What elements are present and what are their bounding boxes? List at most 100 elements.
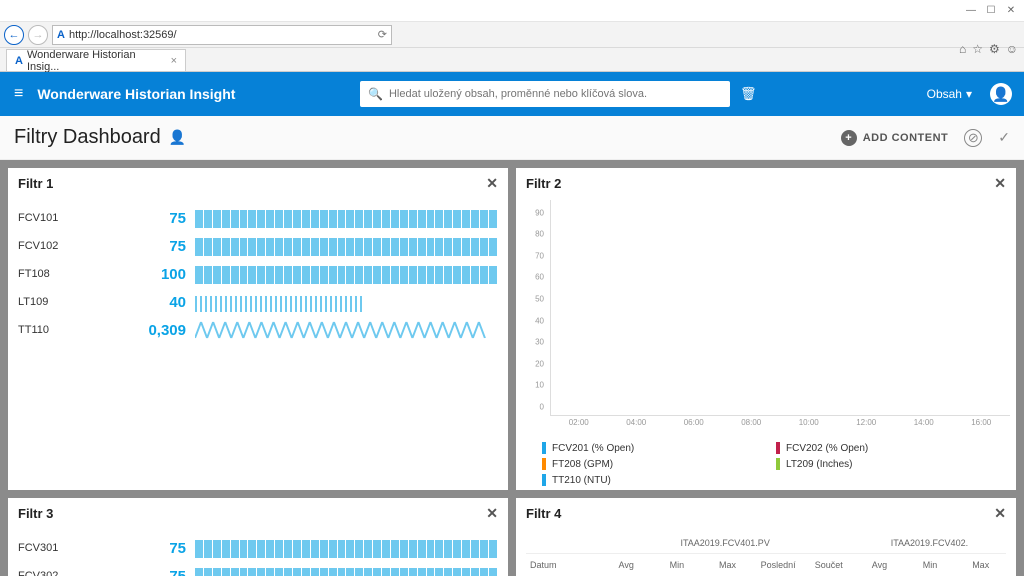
metric-value: 0,309 bbox=[116, 322, 186, 339]
column-header[interactable]: Součet bbox=[803, 560, 854, 570]
table-column-headers: DatumAvgMinMaxPosledníSoučetAvgMinMax bbox=[526, 554, 1006, 576]
metric-value: 75 bbox=[116, 568, 186, 576]
page-actions: + ADD CONTENT ⊘ ✓ bbox=[841, 129, 1010, 147]
chart-legend: FCV201 (% Open)FCV202 (% Open) FT208 (GPM… bbox=[542, 442, 1010, 486]
refresh-icon[interactable]: ⟳ bbox=[378, 28, 387, 41]
column-header[interactable]: Avg bbox=[854, 560, 905, 570]
url-field[interactable]: A http://localhost:32569/ ⟳ bbox=[52, 25, 392, 45]
legend-swatch bbox=[776, 458, 780, 470]
table-body: ITAA2019.FCV401.PV ITAA2019.FCV402. Datu… bbox=[516, 528, 1016, 576]
close-window-button[interactable]: ✕ bbox=[1004, 5, 1018, 16]
metric-row: FCV10175 bbox=[18, 204, 498, 232]
browser-tools: ⌂ ☆ ⚙ ☺ bbox=[959, 42, 1018, 56]
metric-row: TT1100,309 bbox=[18, 316, 498, 344]
shared-person-icon: 👤 bbox=[169, 129, 186, 146]
x-tick: 16:00 bbox=[953, 418, 1011, 432]
y-tick: 20 bbox=[535, 359, 544, 368]
content-menu[interactable]: Obsah ▾ bbox=[927, 87, 972, 101]
chart-plot-area bbox=[550, 200, 1010, 416]
hamburger-icon[interactable]: ≡ bbox=[14, 85, 23, 103]
panel-title: Filtr 3 bbox=[18, 506, 53, 521]
metric-value: 75 bbox=[116, 210, 186, 227]
panel-close-icon[interactable]: ✕ bbox=[994, 505, 1006, 522]
panel-close-icon[interactable]: ✕ bbox=[486, 175, 498, 192]
y-tick: 70 bbox=[535, 251, 544, 260]
chevron-down-icon: ▾ bbox=[966, 87, 972, 101]
legend-label: FT208 (GPM) bbox=[552, 459, 613, 470]
back-button[interactable]: ← bbox=[4, 25, 24, 45]
legend-item[interactable]: FT208 (GPM) bbox=[542, 458, 776, 470]
header-right: Obsah ▾ 👤 bbox=[927, 83, 1012, 105]
table-group-headers: ITAA2019.FCV401.PV ITAA2019.FCV402. bbox=[526, 534, 1006, 554]
x-tick: 08:00 bbox=[723, 418, 781, 432]
panel-title: Filtr 2 bbox=[526, 176, 561, 191]
app-search[interactable]: 🔍 bbox=[360, 81, 730, 107]
column-header[interactable]: Min bbox=[652, 560, 703, 570]
home-icon[interactable]: ⌂ bbox=[959, 42, 966, 56]
sparkline bbox=[194, 320, 498, 340]
y-tick: 60 bbox=[535, 273, 544, 282]
add-content-button[interactable]: + ADD CONTENT bbox=[841, 130, 949, 146]
avatar[interactable]: 👤 bbox=[990, 83, 1012, 105]
column-header[interactable]: Poslední bbox=[753, 560, 804, 570]
minimize-button[interactable]: — bbox=[964, 5, 978, 16]
panel-filtr4: Filtr 4 ✕ ITAA2019.FCV401.PV ITAA2019.FC… bbox=[516, 498, 1016, 576]
x-tick: 12:00 bbox=[838, 418, 896, 432]
y-tick: 90 bbox=[535, 208, 544, 217]
legend-item[interactable]: TT210 (NTU) bbox=[542, 474, 776, 486]
window-controls: — ☐ ✕ bbox=[964, 5, 1018, 16]
content-menu-label: Obsah bbox=[927, 87, 962, 101]
tab-close-icon[interactable]: × bbox=[171, 55, 177, 67]
sparkline bbox=[194, 264, 498, 284]
chart-y-axis: 0102030405060708090 bbox=[516, 200, 546, 416]
panel-title: Filtr 4 bbox=[526, 506, 561, 521]
maximize-button[interactable]: ☐ bbox=[984, 5, 998, 16]
panel-close-icon[interactable]: ✕ bbox=[994, 175, 1006, 192]
confirm-button[interactable]: ✓ bbox=[998, 129, 1010, 146]
metric-tag: FCV102 bbox=[18, 240, 108, 252]
block-icon: ⊘ bbox=[968, 131, 979, 144]
feedback-icon[interactable]: ☺ bbox=[1006, 42, 1018, 56]
tab-title: Wonderware Historian Insig... bbox=[27, 49, 163, 73]
panel-close-icon[interactable]: ✕ bbox=[486, 505, 498, 522]
column-header[interactable]: Max bbox=[702, 560, 753, 570]
metric-row: FT108100 bbox=[18, 260, 498, 288]
search-input[interactable] bbox=[389, 88, 722, 100]
panel-title: Filtr 1 bbox=[18, 176, 53, 191]
y-tick: 30 bbox=[535, 338, 544, 347]
avatar-icon: 👤 bbox=[992, 86, 1009, 103]
legend-item[interactable]: LT209 (Inches) bbox=[776, 458, 1010, 470]
window-titlebar: — ☐ ✕ bbox=[0, 0, 1024, 22]
chart-body: 0102030405060708090 02:0004:0006:0008:00… bbox=[516, 198, 1016, 490]
delete-icon[interactable]: 🗑 bbox=[740, 86, 757, 102]
url-text: http://localhost:32569/ bbox=[69, 29, 177, 41]
x-tick: 10:00 bbox=[780, 418, 838, 432]
settings-icon[interactable]: ⚙ bbox=[989, 42, 1000, 56]
panel-filtr3: Filtr 3 ✕ FCV30175FCV30275FT308100 bbox=[8, 498, 508, 576]
x-tick: 14:00 bbox=[895, 418, 953, 432]
column-header[interactable]: Datum bbox=[526, 560, 601, 570]
group-header: ITAA2019.FCV401.PV bbox=[597, 534, 852, 554]
forward-button[interactable]: → bbox=[28, 25, 48, 45]
block-button[interactable]: ⊘ bbox=[964, 129, 982, 147]
legend-swatch bbox=[542, 458, 546, 470]
site-icon: A bbox=[57, 29, 65, 41]
metric-row: FCV30175 bbox=[18, 534, 498, 562]
column-header[interactable]: Min bbox=[905, 560, 956, 570]
legend-label: TT210 (NTU) bbox=[552, 475, 611, 486]
x-tick: 04:00 bbox=[608, 418, 666, 432]
tab-favicon: A bbox=[15, 55, 23, 67]
metric-tag: LT109 bbox=[18, 296, 108, 308]
column-header[interactable]: Avg bbox=[601, 560, 652, 570]
browser-tab[interactable]: A Wonderware Historian Insig... × bbox=[6, 49, 186, 71]
legend-item[interactable]: FCV201 (% Open) bbox=[542, 442, 776, 454]
favorites-icon[interactable]: ☆ bbox=[972, 42, 983, 56]
metric-value: 100 bbox=[116, 266, 186, 283]
legend-item[interactable]: FCV202 (% Open) bbox=[776, 442, 1010, 454]
metric-row: LT109 40 bbox=[18, 288, 498, 316]
sparkline bbox=[194, 292, 498, 312]
column-header[interactable]: Max bbox=[955, 560, 1006, 570]
browser-tabstrip: A Wonderware Historian Insig... × ⌂ ☆ ⚙ … bbox=[0, 48, 1024, 72]
panel-filtr1: Filtr 1 ✕ FCV10175 FCV102 75 FT108100 LT109 4… bbox=[8, 168, 508, 490]
metric-value: 40 bbox=[116, 294, 186, 311]
